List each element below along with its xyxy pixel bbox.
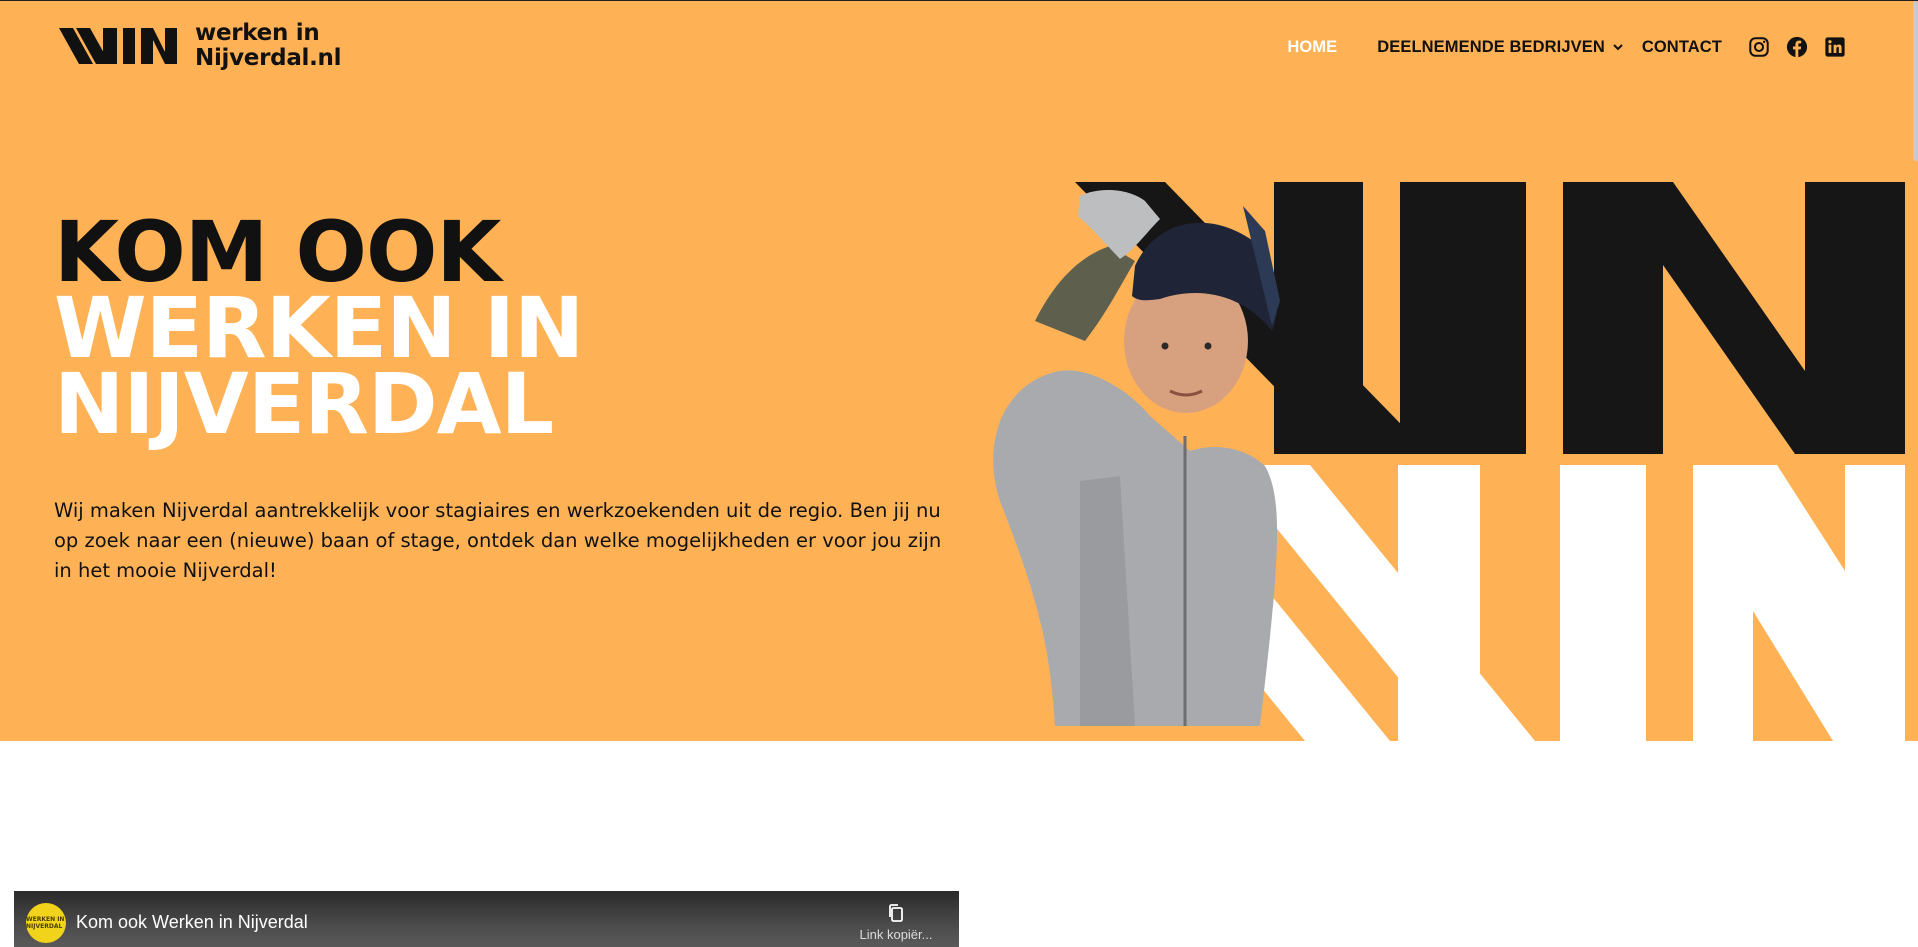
channel-badge-text: WERKEN IN NIJVERDAL (26, 916, 65, 930)
nav-home[interactable]: HOME (1287, 38, 1337, 57)
nav-deelnemende-bedrijven-label[interactable]: DEELNEMENDE BEDRIJVEN (1377, 38, 1605, 57)
logo-line-2: Nijverdal.nl (195, 45, 342, 71)
main-nav: HOME DEELNEMENDE BEDRIJVEN CONTACT (1287, 36, 1846, 58)
copy-icon (889, 904, 903, 922)
copy-link-button[interactable]: Link kopiër... (851, 903, 941, 947)
hero-section: werken in Nijverdal.nl HOME DEELNEMENDE … (0, 1, 1918, 741)
video-title[interactable]: Kom ook Werken in Nijverdal (76, 912, 308, 933)
instagram-icon[interactable] (1748, 36, 1770, 58)
win-logo-mark (59, 28, 177, 64)
logo-wordmark: werken in Nijverdal.nl (195, 20, 342, 71)
youtube-video-embed[interactable]: WERKEN IN NIJVERDAL Kom ook Werken in Ni… (14, 891, 959, 947)
nav-deelnemende-bedrijven[interactable]: DEELNEMENDE BEDRIJVEN (1377, 38, 1624, 57)
page: werken in Nijverdal.nl HOME DEELNEMENDE … (0, 0, 1918, 947)
chevron-down-icon[interactable] (1612, 41, 1624, 53)
copy-link-label: Link kopiër... (859, 927, 933, 942)
logo-line-1: werken in (195, 20, 320, 46)
social-links (1748, 36, 1846, 58)
hero-headline: KOM OOK WERKEN IN NIJVERDAL (54, 210, 584, 453)
hero-intro-text: Wij maken Nijverdal aantrekkelijk voor s… (54, 499, 942, 582)
linkedin-icon[interactable] (1824, 36, 1846, 58)
nav-contact[interactable]: CONTACT (1642, 38, 1722, 57)
headline-line-3: NIJVERDAL (54, 355, 554, 453)
facebook-icon[interactable] (1786, 36, 1808, 58)
hero-image (993, 182, 1905, 741)
site-logo[interactable]: werken in Nijverdal.nl (59, 20, 342, 71)
channel-avatar[interactable]: WERKEN IN NIJVERDAL (26, 903, 66, 943)
scrollbar[interactable] (1913, 1, 1918, 161)
welder-photo (993, 189, 1280, 726)
